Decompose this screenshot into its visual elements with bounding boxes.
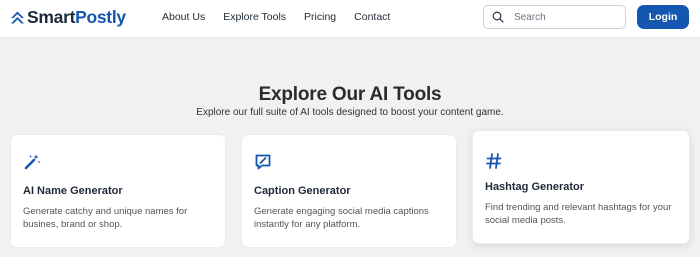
top-navbar: SmartPostly About Us Explore Tools Prici… <box>0 0 700 38</box>
nav-about-us[interactable]: About Us <box>162 11 205 23</box>
search-box[interactable] <box>483 5 626 29</box>
caption-edit-icon <box>254 153 272 171</box>
tool-card-hashtag-generator[interactable]: Hashtag Generator Find trending and rele… <box>472 130 690 244</box>
logo-text: SmartPostly <box>27 7 126 28</box>
nav-explore-tools[interactable]: Explore Tools <box>223 11 286 23</box>
logo-text-dark: Smart <box>27 6 76 27</box>
tool-card-description: Generate catchy and unique names for bus… <box>23 206 188 230</box>
hashtag-icon <box>485 152 503 170</box>
main-nav: About Us Explore Tools Pricing Contact <box>162 11 390 23</box>
page-title: Explore Our AI Tools <box>258 84 442 105</box>
tool-card-description: Generate engaging social media captions … <box>254 206 429 230</box>
logo-chevron-icon <box>11 11 24 23</box>
tool-card-title: Caption Generator <box>254 185 351 197</box>
login-button[interactable]: Login <box>637 5 689 29</box>
tool-card-description: Find trending and relevant hashtags for … <box>485 202 672 226</box>
tool-card-ai-name-generator[interactable]: AI Name Generator Generate catchy and un… <box>10 134 226 248</box>
nav-pricing[interactable]: Pricing <box>304 11 336 23</box>
logo-text-brand: Postly <box>75 6 126 27</box>
tool-card-title: Hashtag Generator <box>485 181 585 193</box>
search-input[interactable] <box>514 11 614 23</box>
nav-contact[interactable]: Contact <box>354 11 390 23</box>
page-subtitle: Explore our full suite of AI tools desig… <box>196 107 504 118</box>
logo[interactable]: SmartPostly <box>9 7 126 27</box>
search-icon <box>492 11 504 23</box>
tool-card-caption-generator[interactable]: Caption Generator Generate engaging soci… <box>241 134 457 248</box>
magic-wand-icon <box>23 153 41 171</box>
tool-card-title: AI Name Generator <box>23 185 123 197</box>
